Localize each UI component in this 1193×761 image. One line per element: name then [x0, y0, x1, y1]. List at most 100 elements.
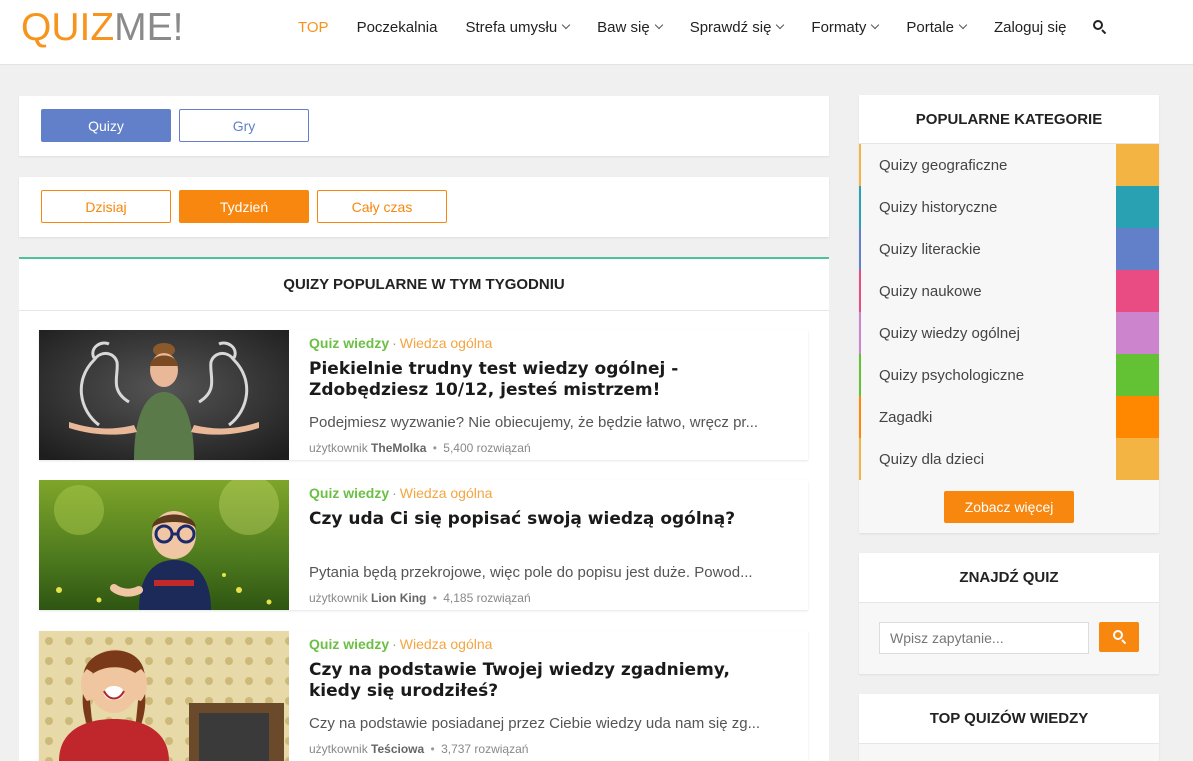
quiz-card[interactable]: Quiz wiedzy · Wiedza ogólna Piekielnie tru… [39, 330, 808, 460]
category-item[interactable]: Quizy geograficzne [859, 144, 1159, 186]
nav-sprawdz-sie[interactable]: Sprawdź się [676, 19, 798, 36]
nav-label: Strefa umysłu [465, 18, 558, 36]
category-item[interactable]: Quizy wiedzy ogólnej [859, 312, 1159, 354]
category-item[interactable]: Quizy naukowe [859, 270, 1159, 312]
quiz-thumbnail[interactable] [39, 330, 289, 460]
search-button[interactable] [1099, 622, 1139, 652]
quiz-category-link[interactable]: Quiz wiedzy [309, 636, 389, 652]
quiz-user-prefix: użytkownik [309, 441, 368, 455]
widget-title-text: TOP QUIZÓW WIEDZY [929, 710, 1089, 727]
nav-baw-sie[interactable]: Baw się [583, 19, 676, 36]
category-color-swatch [1116, 186, 1159, 228]
section-title-text: QUIZY POPULARNE W TYM TYGODNIU [283, 276, 565, 293]
category-item[interactable]: Quizy psychologiczne [859, 354, 1159, 396]
quiz-description: Podejmiesz wyzwanie? Nie obiecujemy, że … [309, 414, 759, 431]
find-quiz-title: ZNAJDŹ QUIZ [859, 553, 1159, 603]
chevron-down-icon [871, 20, 880, 30]
quiz-user-prefix: użytkownik [309, 591, 368, 605]
quiz-author-link[interactable]: TheMolka [371, 441, 426, 455]
popular-categories-title: POPULARNE KATEGORIE [859, 95, 1159, 144]
tab-tydzien[interactable]: Tydzień [179, 190, 309, 223]
category-color-bar [859, 186, 861, 228]
quiz-card[interactable]: Quiz wiedzy · Wiedza ogólna Czy uda Ci się… [39, 480, 808, 610]
chevron-down-icon [776, 20, 785, 30]
category-item[interactable]: Quizy historyczne [859, 186, 1159, 228]
nav-label: Baw się [597, 18, 650, 36]
quiz-solves-count: 5,400 rozwiązań [443, 441, 531, 455]
search-input[interactable] [879, 622, 1089, 654]
quiz-subcategory-link[interactable]: Wiedza ogólna [400, 335, 493, 351]
category-color-swatch [1116, 354, 1159, 396]
logo-quiz: QUIZ [21, 6, 115, 49]
quiz-card-body: Quiz wiedzy · Wiedza ogólna Czy na podstaw… [309, 631, 784, 761]
quiz-category-link[interactable]: Quiz wiedzy [309, 485, 389, 501]
nav-label: Portale [906, 18, 954, 36]
quiz-subcategory-link[interactable]: Wiedza ogólna [400, 636, 493, 652]
see-more-button[interactable]: Zobacz więcej [944, 491, 1074, 523]
category-label: Quizy dla dzieci [879, 450, 985, 468]
widget-title-text: POPULARNE KATEGORIE [915, 110, 1103, 128]
quiz-thumbnail[interactable] [39, 480, 289, 610]
tab-label: Tydzień [219, 198, 269, 215]
quiz-subcategory-link[interactable]: Wiedza ogólna [400, 485, 493, 501]
nav-label: Poczekalnia [356, 18, 438, 36]
main-nav: TOP Poczekalnia Strefa umysłu Baw się Sp… [284, 0, 1109, 54]
quiz-categories: Quiz wiedzy · Wiedza ogólna [309, 485, 493, 501]
quiz-category-link[interactable]: Quiz wiedzy [309, 335, 389, 351]
tab-gry[interactable]: Gry [179, 109, 309, 142]
nav-formaty[interactable]: Formaty [797, 19, 892, 36]
quiz-thumbnail[interactable] [39, 631, 289, 761]
site-logo[interactable]: QUIZME! [21, 6, 184, 50]
quiz-description: Pytania będą przekrojowe, więc pole do p… [309, 564, 753, 581]
nav-poczekalnia[interactable]: Poczekalnia [343, 19, 452, 36]
quiz-title[interactable]: Piekielnie trudny test wiedzy ogólnej - … [309, 359, 784, 401]
category-color-bar [859, 396, 861, 438]
quiz-meta: użytkownik Lion King • 4,185 rozwiązań [309, 591, 531, 605]
site-header: QUIZME! TOP Poczekalnia Strefa umysłu Ba… [0, 0, 1193, 65]
nav-strefa-umyslu[interactable]: Strefa umysłu [451, 19, 583, 36]
nav-portale[interactable]: Portale [892, 19, 980, 36]
category-color-bar [859, 438, 861, 480]
tab-dzisiaj[interactable]: Dzisiaj [41, 190, 171, 223]
category-label: Quizy psychologiczne [879, 366, 1025, 384]
tab-caly-czas[interactable]: Cały czas [317, 190, 447, 223]
quiz-title[interactable]: Czy na podstawie Twojej wiedzy zgadniemy… [309, 660, 784, 702]
quiz-author-link[interactable]: Teściowa [371, 742, 424, 756]
category-color-swatch [1116, 396, 1159, 438]
category-item[interactable]: Quizy dla dzieci [859, 438, 1159, 480]
widget-title-text: ZNAJDŹ QUIZ [959, 569, 1059, 586]
category-color-bar [859, 270, 861, 312]
category-list: Quizy geograficzne Quizy historyczne Quizy… [859, 144, 1159, 480]
tab-label: Gry [232, 117, 256, 134]
category-label: Quizy naukowe [879, 282, 982, 300]
logo-me: ME! [114, 6, 184, 49]
category-item[interactable]: Zagadki [859, 396, 1159, 438]
tab-quizy[interactable]: Quizy [41, 109, 171, 142]
top-quizzes-title: TOP QUIZÓW WIEDZY [859, 694, 1159, 744]
quiz-categories: Quiz wiedzy · Wiedza ogólna [309, 335, 493, 351]
category-item[interactable]: Quizy literackie [859, 228, 1159, 270]
quiz-card[interactable]: Quiz wiedzy · Wiedza ogólna Czy na podstaw… [39, 631, 808, 761]
category-color-bar [859, 228, 861, 270]
quiz-solves-count: 4,185 rozwiązań [443, 591, 531, 605]
nav-zaloguj-sie[interactable]: Zaloguj się [980, 19, 1081, 36]
tab-label: Quizy [88, 117, 124, 134]
button-label: Zobacz więcej [964, 499, 1054, 515]
quiz-user-prefix: użytkownik [309, 742, 368, 756]
category-color-swatch [1116, 228, 1159, 270]
quiz-meta: użytkownik Teściowa • 3,737 rozwiązań [309, 742, 529, 756]
nav-label: TOP [298, 18, 329, 36]
category-color-bar [859, 354, 861, 396]
type-tabs-panel: Quizy Gry [19, 96, 829, 156]
quiz-card-body: Quiz wiedzy · Wiedza ogólna Piekielnie tru… [309, 330, 784, 460]
search-icon [1113, 630, 1123, 640]
category-label: Quizy wiedzy ogólnej [879, 324, 1020, 342]
quiz-description: Czy na podstawie posiadanej przez Ciebie… [309, 715, 761, 732]
search-icon[interactable] [1091, 18, 1109, 36]
category-color-bar [859, 312, 861, 354]
nav-top[interactable]: TOP [284, 19, 343, 36]
category-color-bar [859, 144, 861, 186]
quiz-author-link[interactable]: Lion King [371, 591, 426, 605]
category-color-swatch [1116, 438, 1159, 480]
quiz-title[interactable]: Czy uda Ci się popisać swoją wiedzą ogól… [309, 509, 784, 530]
